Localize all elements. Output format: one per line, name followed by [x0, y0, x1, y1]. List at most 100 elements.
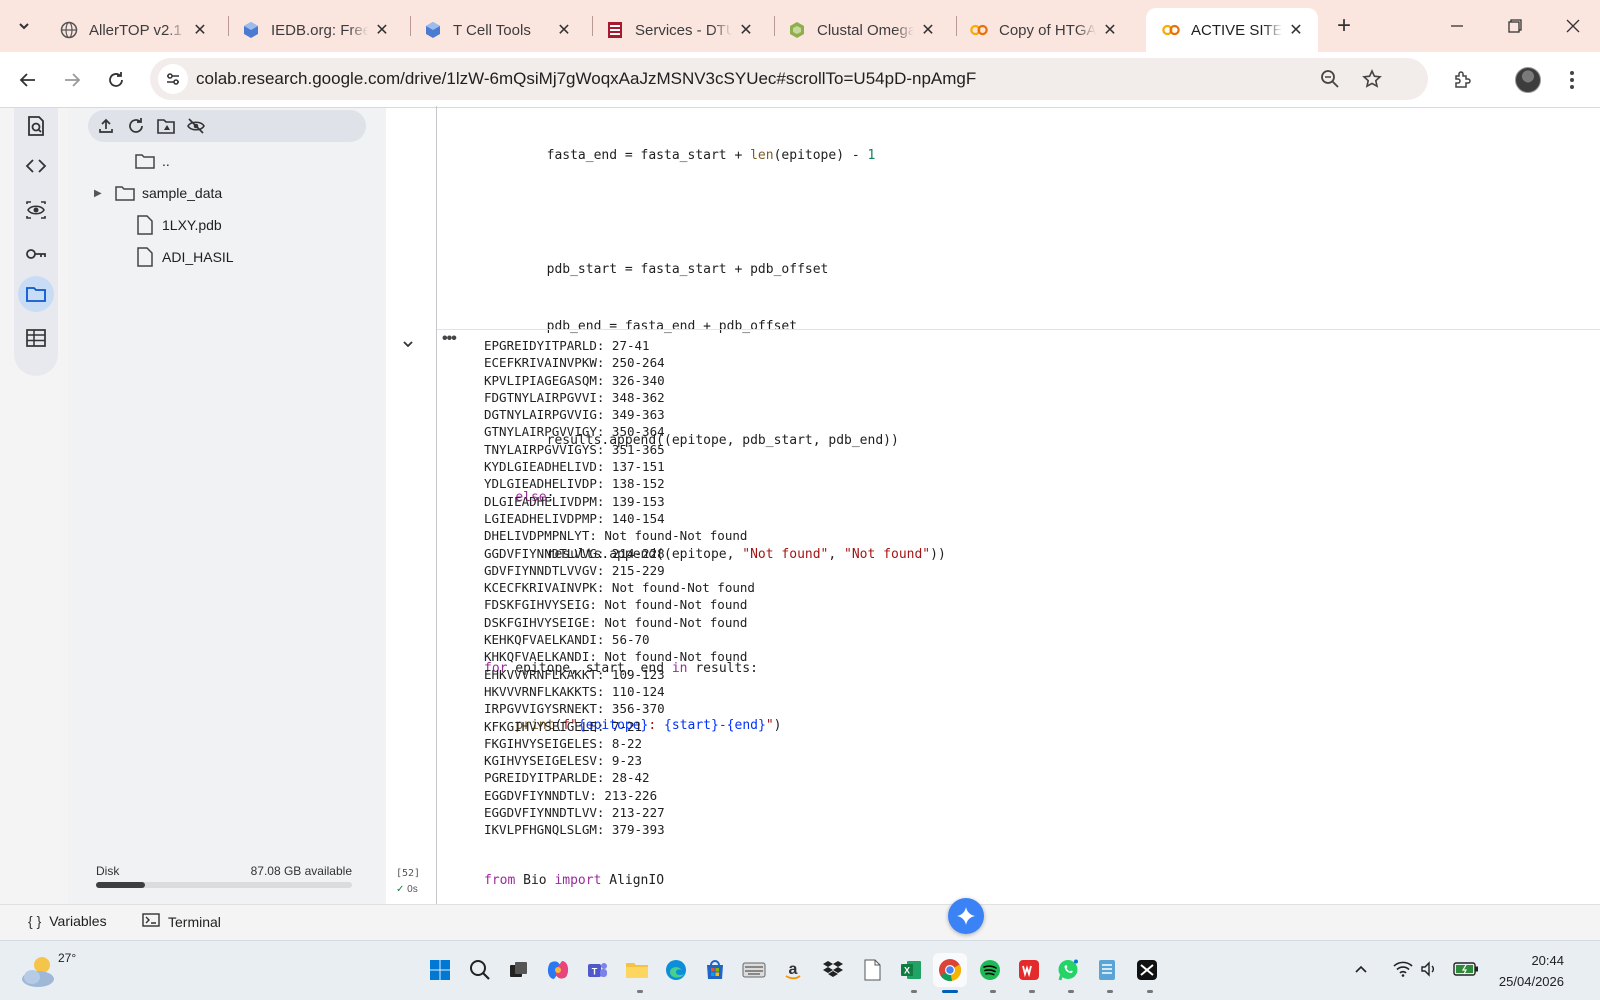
file-tree-item-sample-data[interactable]: ▶ sample_data [94, 178, 222, 208]
colab-side-rail [0, 108, 68, 904]
hide-files-icon[interactable] [184, 114, 208, 138]
whatsapp-icon[interactable] [1051, 953, 1085, 987]
output-line: ECEFKRIVAINVPKW: 250-264 [484, 355, 665, 371]
capcut-icon[interactable] [1130, 953, 1164, 987]
restore-icon [1508, 19, 1522, 33]
forward-button[interactable] [56, 64, 88, 96]
search-code-icon[interactable] [18, 108, 54, 144]
wifi-icon[interactable] [1392, 958, 1414, 980]
dropbox-icon[interactable] [816, 953, 850, 987]
notepad-icon[interactable] [855, 953, 889, 987]
chrome-icon[interactable] [933, 953, 967, 987]
tab-iedb[interactable]: IEDB.org: Free ✕ [226, 8, 404, 52]
table-icon[interactable] [18, 320, 54, 356]
tab-search-button[interactable] [8, 10, 40, 42]
folder-icon [114, 182, 136, 204]
close-icon[interactable]: ✕ [1100, 20, 1120, 40]
code-line: pdb_start = fasta_start + pdb_offset [484, 262, 829, 277]
file-explorer-icon[interactable] [620, 953, 654, 987]
close-icon[interactable]: ✕ [190, 20, 210, 40]
output-line: EGGDVFIYNNDTLV: 213-226 [484, 787, 658, 803]
reload-button[interactable] [100, 64, 132, 96]
amazon-icon[interactable]: a [776, 953, 810, 987]
disk-usage-bar [96, 882, 352, 888]
weather-widget[interactable]: 27° [20, 949, 76, 993]
output-line: KFKGIHVYSEIGELE: 7-21 [484, 718, 643, 734]
tab-tcell-tools[interactable]: T Cell Tools ✕ [408, 8, 586, 52]
gemini-sparkle-button[interactable] [948, 898, 984, 934]
file-name: 1LXY.pdb [162, 217, 222, 233]
system-clock[interactable]: 20:44 25/04/2026 [1499, 950, 1564, 992]
output-line: GTNYLAIRPGVVIGY: 350-364 [484, 424, 665, 440]
output-actions-icon[interactable]: ••• [442, 330, 466, 348]
profile-avatar[interactable] [1512, 64, 1544, 96]
file-tree-item-1lxy[interactable]: 1LXY.pdb [114, 210, 222, 240]
code-line[interactable]: from Bio import AlignIO [484, 871, 664, 890]
windows-start-icon[interactable] [423, 953, 457, 987]
code-snippets-icon[interactable] [18, 148, 54, 184]
spotify-icon[interactable] [973, 953, 1007, 987]
close-icon[interactable]: ✕ [736, 20, 756, 40]
task-view-icon[interactable] [502, 953, 536, 987]
excel-icon[interactable]: X [894, 953, 928, 987]
terminal-button[interactable]: Terminal [142, 913, 221, 930]
close-icon[interactable]: ✕ [554, 20, 574, 40]
browser-menu-icon[interactable] [1556, 64, 1588, 96]
keyboard-app-icon[interactable] [737, 953, 771, 987]
file-tree-item-adi-hasil[interactable]: ADI_HASIL [114, 242, 234, 272]
edge-icon[interactable] [659, 953, 693, 987]
running-indicator [911, 990, 917, 993]
site-info-icon[interactable] [158, 64, 188, 94]
tab-dtu-services[interactable]: Services - DTU ✕ [590, 8, 768, 52]
iedb-icon [242, 21, 260, 39]
address-bar[interactable]: colab.research.google.com/drive/1lzW-6mQ… [150, 58, 1428, 100]
tray-overflow-icon[interactable] [1350, 958, 1372, 980]
extensions-icon[interactable] [1446, 64, 1478, 96]
bookmark-star-icon[interactable] [1360, 67, 1384, 91]
restore-button[interactable] [1486, 0, 1544, 52]
tab-active-site[interactable]: ACTIVE SITE_1 ✕ [1146, 8, 1318, 52]
mount-drive-icon[interactable] [154, 114, 178, 138]
url-text[interactable]: colab.research.google.com/drive/1lzW-6mQ… [196, 69, 976, 89]
key-icon[interactable] [18, 236, 54, 272]
tab-clustal-omega[interactable]: Clustal Omega ✕ [772, 8, 950, 52]
tab-allertop[interactable]: AllerTOP v2.1 ✕ [44, 8, 222, 52]
tab-copy-of-htga[interactable]: Copy of HTGA ✕ [954, 8, 1132, 52]
caret-right-icon[interactable]: ▶ [94, 188, 108, 199]
search-icon[interactable] [463, 953, 497, 987]
variables-button[interactable]: { } Variables [28, 913, 107, 929]
file-tree-item-parent[interactable]: .. [114, 146, 170, 176]
minimize-icon [1451, 25, 1463, 27]
output-line: KEHKQFVAELKANDI: 56-70 [484, 632, 650, 648]
close-icon[interactable]: ✕ [1286, 20, 1306, 40]
output-line: FDGTNYLAIRPGVVI: 348-362 [484, 389, 665, 405]
output-line: DGTNYLAIRPGVVIG: 349-363 [484, 407, 665, 423]
file-icon [134, 246, 156, 268]
close-icon[interactable]: ✕ [918, 20, 938, 40]
notes-icon[interactable] [1090, 953, 1124, 987]
output-line: YDLGIEADHELIVDP: 138-152 [484, 476, 665, 492]
browser-tab-strip: AllerTOP v2.1 ✕ IEDB.org: Free ✕ T Cell … [0, 0, 1600, 52]
collapse-output-button[interactable] [398, 334, 418, 354]
code-cell[interactable] [436, 106, 437, 944]
secrets-eye-icon[interactable] [18, 192, 54, 228]
wps-icon[interactable] [1012, 953, 1046, 987]
running-indicator [637, 990, 643, 993]
close-window-button[interactable] [1544, 0, 1600, 52]
folder-icon[interactable] [18, 276, 54, 312]
volume-icon[interactable] [1418, 958, 1440, 980]
zoom-icon[interactable] [1318, 67, 1342, 91]
file-name: .. [162, 153, 170, 169]
upload-icon[interactable] [94, 114, 118, 138]
minimize-button[interactable] [1428, 0, 1486, 52]
teams-icon[interactable]: T [580, 953, 614, 987]
new-tab-button[interactable]: + [1330, 12, 1358, 40]
battery-icon[interactable] [1452, 958, 1480, 980]
copilot-icon[interactable] [541, 953, 575, 987]
colab-icon [1162, 21, 1180, 39]
refresh-icon[interactable] [124, 114, 148, 138]
tab-title: T Cell Tools [453, 21, 531, 39]
close-icon[interactable]: ✕ [372, 20, 392, 40]
store-icon[interactable] [698, 953, 732, 987]
back-button[interactable] [12, 64, 44, 96]
